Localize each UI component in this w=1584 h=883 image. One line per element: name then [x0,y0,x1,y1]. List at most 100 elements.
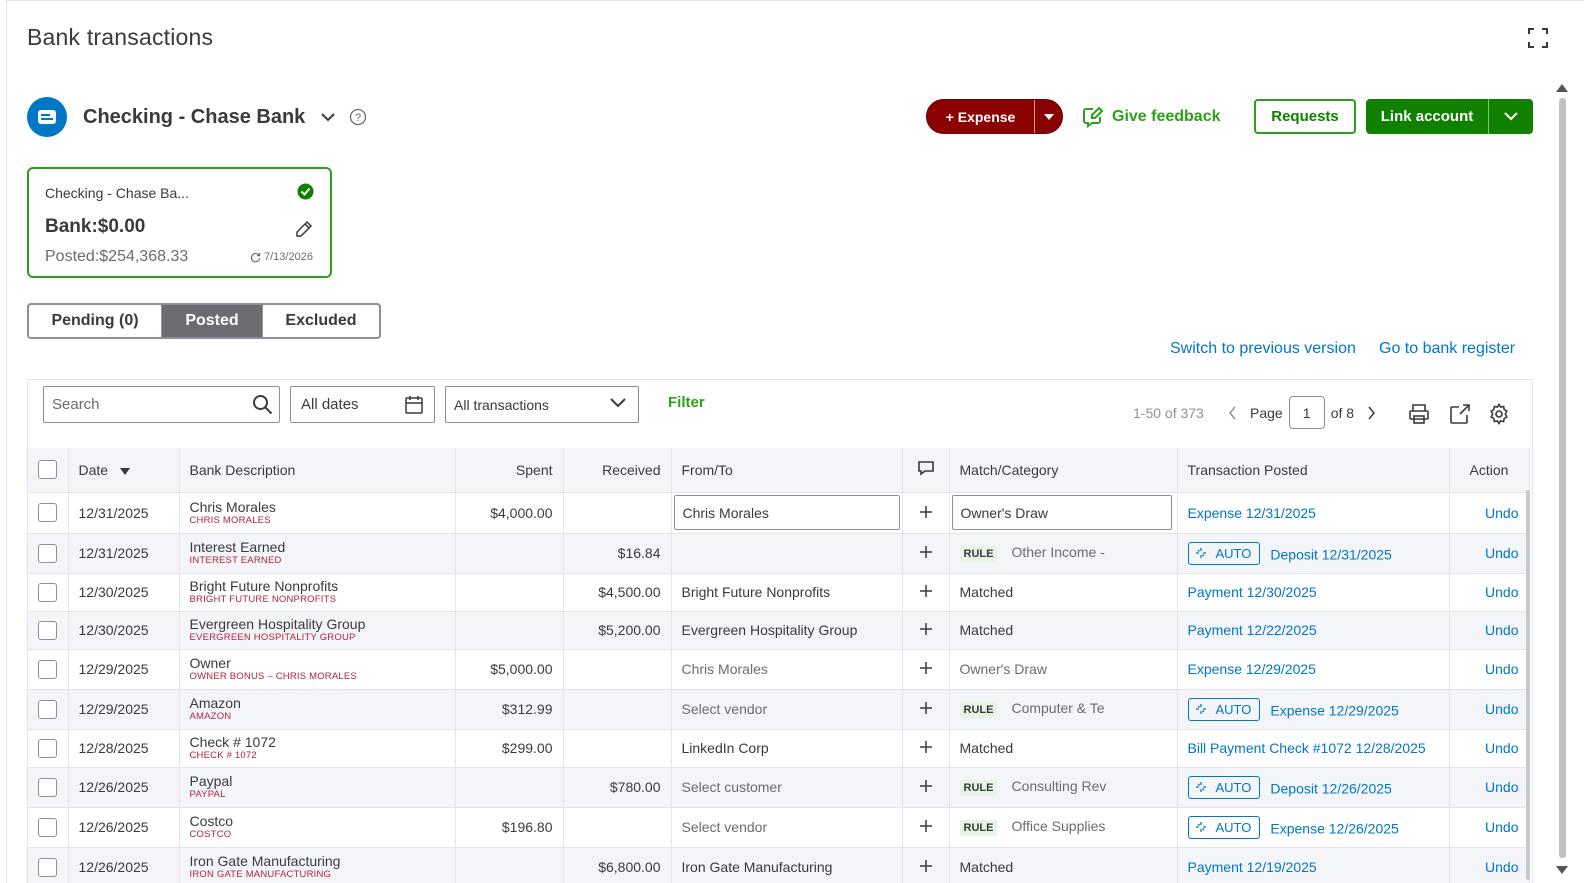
next-page-icon[interactable] [1366,406,1376,420]
fullscreen-icon[interactable] [1527,27,1549,49]
col-date[interactable]: Date [68,448,180,492]
transaction-posted-link[interactable]: Deposit 12/31/2025 [1270,546,1391,562]
from-to-field[interactable]: Chris Morales [673,495,900,530]
page-scrollbar[interactable] [1556,84,1568,874]
requests-button[interactable]: Requests [1254,99,1356,134]
plus-icon[interactable] [919,662,932,674]
category-field[interactable]: Owner's Draw [951,495,1172,530]
table-scrollbar[interactable] [1526,490,1530,880]
transaction-posted-link[interactable]: Payment 12/19/2025 [1177,847,1450,883]
search-icon[interactable] [252,394,273,415]
transaction-posted-link[interactable]: Expense 12/31/2025 [1177,492,1450,533]
pencil-icon[interactable] [295,220,313,238]
table-row[interactable]: 12/26/2025 Costco COSTCO $196.80 Select vend… [28,807,1530,847]
add-expense-button[interactable]: + Expense [926,99,1063,134]
category-value[interactable]: Computer & Te [1011,700,1104,716]
row-checkbox[interactable] [38,738,58,758]
tab-excluded[interactable]: Excluded [263,305,379,337]
from-to-cell[interactable]: LinkedIn Corp [671,729,903,767]
category-cell[interactable]: Owner's Draw [949,649,1178,689]
from-to-cell[interactable]: Evergreen Hospitality Group [671,611,903,649]
row-checkbox[interactable] [38,503,58,522]
link-account-label[interactable]: Link account [1366,99,1489,134]
transaction-posted-link[interactable]: Bill Payment Check #1072 12/28/2025 [1177,729,1450,767]
auto-badge[interactable]: AUTO [1187,815,1261,839]
row-checkbox[interactable] [38,857,58,877]
category-cell[interactable]: RULE Other Income - [949,533,1178,573]
chevron-down-icon[interactable] [319,108,337,126]
link-account-button[interactable]: Link account [1366,99,1533,134]
plus-icon[interactable] [919,585,932,597]
prev-page-icon[interactable] [1228,406,1238,420]
auto-badge[interactable]: AUTO [1187,697,1261,721]
table-row[interactable]: 12/30/2025 Bright Future Nonprofits BRIGHT… [28,573,1530,611]
auto-badge[interactable]: AUTO [1187,541,1261,565]
transaction-posted-link[interactable]: Payment 12/22/2025 [1177,611,1450,649]
from-to-cell[interactable] [671,533,903,573]
feedback-label[interactable]: Give feedback [1112,108,1221,126]
row-checkbox[interactable] [38,659,58,679]
undo-button[interactable]: Undo [1449,492,1530,533]
category-value[interactable]: Office Supplies [1011,818,1105,834]
plus-icon[interactable] [919,702,932,714]
date-filter[interactable]: All dates [290,386,435,423]
help-icon[interactable]: ? [349,108,367,126]
category-cell[interactable]: RULE Computer & Te [949,689,1178,729]
undo-button[interactable]: Undo [1449,767,1530,807]
tab-posted[interactable]: Posted [162,305,263,337]
switch-previous-version-link[interactable]: Switch to previous version [1170,340,1356,358]
table-row[interactable]: 12/29/2025 Amazon AMAZON $312.99 Select vend… [28,689,1530,729]
plus-icon[interactable] [919,860,932,873]
gear-icon[interactable] [1488,403,1510,425]
category-value[interactable]: Other Income - [1011,544,1104,560]
auto-badge[interactable]: AUTO [1187,775,1261,799]
transaction-posted-link[interactable]: Expense 12/29/2025 [1177,649,1450,689]
category-cell[interactable]: RULE Office Supplies [949,807,1178,847]
row-checkbox[interactable] [38,817,58,837]
chevron-down-icon[interactable] [1489,99,1533,134]
from-to-cell[interactable]: Select customer [671,767,903,807]
table-row[interactable]: 12/29/2025 Owner OWNER BONUS – CHRIS MORAL… [28,649,1530,689]
from-to-cell[interactable]: Iron Gate Manufacturing [671,847,903,883]
row-checkbox[interactable] [38,620,58,640]
row-checkbox[interactable] [38,582,58,602]
print-icon[interactable] [1408,403,1430,425]
category-cell[interactable]: Matched [949,729,1178,767]
from-to-cell[interactable]: Chris Morales [671,649,903,689]
plus-icon[interactable] [919,623,932,635]
bank-register-link[interactable]: Go to bank register [1379,340,1515,358]
filter-button[interactable]: Filter [668,394,705,411]
plus-icon[interactable] [919,546,932,558]
give-feedback-link[interactable]: Give feedback [1082,104,1221,130]
account-name[interactable]: Checking - Chase Bank [83,106,305,129]
from-to-cell[interactable]: Select vendor [671,807,903,847]
category-value[interactable]: Consulting Rev [1011,778,1106,794]
account-selector[interactable]: Checking - Chase Bank ? [27,97,367,137]
transaction-posted-link[interactable]: Expense 12/29/2025 [1270,702,1398,718]
table-row[interactable]: 12/30/2025 Evergreen Hospitality Group EVE… [28,611,1530,649]
transaction-posted-link[interactable]: Expense 12/26/2025 [1270,820,1398,836]
undo-button[interactable]: Undo [1449,611,1530,649]
table-row[interactable]: 12/26/2025 Iron Gate Manufacturing IRON GA… [28,847,1530,883]
from-to-cell[interactable]: Select vendor [671,689,903,729]
undo-button[interactable]: Undo [1449,729,1530,767]
export-icon[interactable] [1449,403,1471,425]
category-cell[interactable]: Matched [949,573,1178,611]
select-all-checkbox[interactable] [38,460,58,480]
undo-button[interactable]: Undo [1449,533,1530,573]
search-field[interactable] [43,386,280,423]
page-number-input[interactable]: 1 [1288,396,1325,429]
calendar-icon[interactable] [404,395,424,415]
table-row[interactable]: 12/31/2025 Interest Earned INTEREST EARNED… [28,533,1530,573]
table-row[interactable]: 12/31/2025 Chris Morales CHRIS MORALES $4,0… [28,492,1530,533]
undo-button[interactable]: Undo [1449,847,1530,883]
transaction-type-select[interactable]: All transactions [445,386,639,423]
table-row[interactable]: 12/26/2025 Paypal PAYPAL $780.00 Select cust… [28,767,1530,807]
row-checkbox[interactable] [38,777,58,797]
undo-button[interactable]: Undo [1449,807,1530,847]
expense-label[interactable]: + Expense [927,100,1035,133]
plus-icon[interactable] [919,780,932,792]
undo-button[interactable]: Undo [1449,689,1530,729]
col-date-label[interactable]: Date [79,462,109,478]
tab-pending[interactable]: Pending (0) [29,305,162,337]
